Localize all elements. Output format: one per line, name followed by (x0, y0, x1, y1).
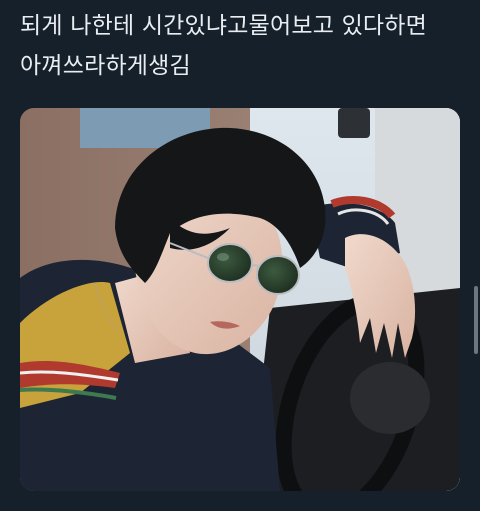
tweet-media-photo[interactable] (20, 108, 460, 491)
tweet-text-line-2: 아껴쓰라하게생김 (20, 53, 191, 79)
tweet-text: 되게 나한테 시간있냐고물어보고 있다하면 아껴쓰라하게생김 (20, 6, 468, 86)
rear-view-mirror (338, 108, 370, 138)
photo-illustration (20, 108, 460, 491)
tweet-text-line-1: 되게 나한테 시간있냐고물어보고 있다하면 (20, 13, 428, 39)
scrollbar[interactable] (474, 286, 478, 354)
